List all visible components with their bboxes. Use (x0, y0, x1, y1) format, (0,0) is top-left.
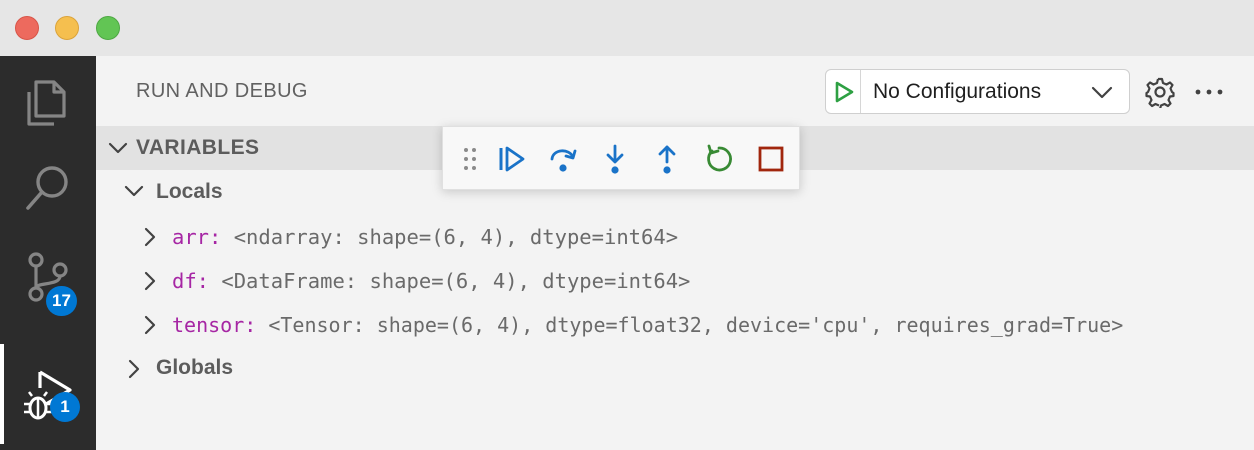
variable-name: df: (172, 269, 210, 293)
step-over-icon[interactable] (547, 143, 579, 175)
step-out-icon[interactable] (651, 143, 683, 175)
activity-search[interactable] (0, 144, 96, 232)
more-actions-icon[interactable] (1194, 82, 1224, 102)
drag-handle-icon[interactable] (463, 147, 477, 171)
close-window-button[interactable] (15, 16, 39, 40)
chevron-right-icon (144, 271, 156, 291)
variable-entry: tensor: <Tensor: shape=(6, 4), dtype=flo… (172, 313, 1123, 337)
chevron-right-icon (144, 315, 156, 335)
activity-run-and-debug[interactable]: 1 (0, 344, 96, 444)
globals-label: Globals (156, 356, 234, 379)
chevron-right-icon (144, 227, 156, 247)
activity-bar: 17 1 (0, 56, 96, 450)
start-debugging-button[interactable] (826, 70, 861, 113)
variables-section-title: VARIABLES (136, 136, 260, 159)
variable-row[interactable]: arr: <ndarray: shape=(6, 4), dtype=int64… (96, 214, 1254, 258)
restart-icon[interactable] (703, 143, 735, 175)
stop-icon[interactable] (755, 143, 787, 175)
activity-explorer[interactable] (0, 56, 96, 144)
configuration-dropdown[interactable]: No Configurations (825, 69, 1130, 114)
variable-row[interactable]: df: <DataFrame: shape=(6, 4), dtype=int6… (96, 258, 1254, 302)
zoom-window-button[interactable] (96, 16, 120, 40)
variable-name: arr: (172, 225, 222, 249)
chevron-down-icon (1091, 86, 1113, 99)
variable-value: <ndarray: shape=(6, 4), dtype=int64> (233, 225, 679, 249)
chevron-down-icon (108, 142, 128, 154)
variable-value: <DataFrame: shape=(6, 4), dtype=int64> (221, 269, 691, 293)
variable-value: <Tensor: shape=(6, 4), dtype=float32, de… (268, 313, 1124, 337)
search-icon (26, 166, 68, 210)
title-bar (0, 0, 1254, 56)
run-and-debug-badge: 1 (50, 392, 80, 422)
continue-icon[interactable] (495, 143, 527, 175)
files-icon (27, 80, 66, 126)
globals-scope[interactable]: Globals (96, 346, 1254, 390)
chevron-down-icon (124, 185, 144, 197)
chevron-right-icon (128, 359, 140, 379)
locals-label: Locals (156, 180, 223, 203)
debug-toolbar (442, 126, 800, 190)
minimize-window-button[interactable] (55, 16, 79, 40)
variable-row[interactable]: tensor: <Tensor: shape=(6, 4), dtype=flo… (96, 302, 1254, 346)
play-icon (835, 81, 854, 103)
gear-icon[interactable] (1144, 76, 1176, 108)
configuration-label: No Configurations (873, 80, 1042, 103)
run-and-debug-view: RUN AND DEBUG No Configurations VARIABLE… (96, 56, 1254, 450)
variable-entry: arr: <ndarray: shape=(6, 4), dtype=int64… (172, 225, 678, 249)
source-control-badge: 17 (46, 286, 77, 316)
view-title: RUN AND DEBUG (136, 80, 308, 102)
variable-entry: df: <DataFrame: shape=(6, 4), dtype=int6… (172, 269, 690, 293)
step-into-icon[interactable] (599, 143, 631, 175)
variable-name: tensor: (172, 313, 257, 337)
activity-source-control[interactable]: 17 (0, 232, 96, 320)
